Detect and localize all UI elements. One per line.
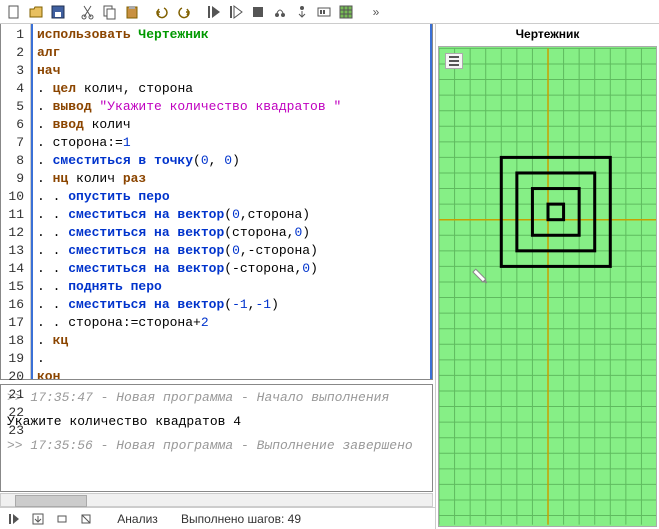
code-area[interactable]: использовать Чертежникалгнач. цел колич,…	[31, 24, 432, 379]
stop-icon[interactable]	[248, 2, 268, 22]
line-gutter: 1234567891011121314151617181920212223	[1, 24, 31, 379]
undo-icon[interactable]	[152, 2, 172, 22]
main-toolbar: »	[0, 0, 659, 24]
left-panel: 1234567891011121314151617181920212223 ис…	[0, 24, 436, 529]
console-sys-line: >> 17:35:56 - Новая программа - Выполнен…	[7, 437, 426, 455]
console-sys-line: >> 17:35:47 - Новая программа - Начало в…	[7, 389, 426, 407]
sb-run-icon[interactable]	[6, 511, 22, 527]
status-steps: Выполнено шагов: 49	[181, 512, 301, 526]
copy-icon[interactable]	[100, 2, 120, 22]
save-icon[interactable]	[48, 2, 68, 22]
open-icon[interactable]	[26, 2, 46, 22]
canvas-menu-icon[interactable]	[445, 53, 463, 69]
counter-icon[interactable]	[314, 2, 334, 22]
new-icon[interactable]	[4, 2, 24, 22]
more-icon[interactable]: »	[366, 2, 386, 22]
editor[interactable]: 1234567891011121314151617181920212223 ис…	[0, 24, 433, 380]
status-bar: Анализ Выполнено шагов: 49	[0, 507, 435, 529]
cut-icon[interactable]	[78, 2, 98, 22]
horizontal-scrollbar[interactable]	[0, 493, 433, 507]
sb-save-icon[interactable]	[30, 511, 46, 527]
canvas-title: Чертежник	[436, 24, 659, 44]
console-output: Укажите количество квадратов 4	[7, 413, 426, 431]
right-panel: Чертежник	[436, 24, 659, 529]
sb-clear-icon[interactable]	[78, 511, 94, 527]
status-analyze: Анализ	[117, 512, 158, 526]
paste-icon[interactable]	[122, 2, 142, 22]
main-area: 1234567891011121314151617181920212223 ис…	[0, 24, 659, 529]
drawing-canvas	[439, 47, 656, 526]
canvas-area[interactable]	[438, 46, 657, 527]
run-icon[interactable]	[204, 2, 224, 22]
run-blind-icon[interactable]	[226, 2, 246, 22]
sb-rect-icon[interactable]	[54, 511, 70, 527]
console[interactable]: >> 17:35:47 - Новая программа - Начало в…	[0, 384, 433, 492]
redo-icon[interactable]	[174, 2, 194, 22]
step-into-icon[interactable]	[292, 2, 312, 22]
grid-icon[interactable]	[336, 2, 356, 22]
step-over-icon[interactable]	[270, 2, 290, 22]
